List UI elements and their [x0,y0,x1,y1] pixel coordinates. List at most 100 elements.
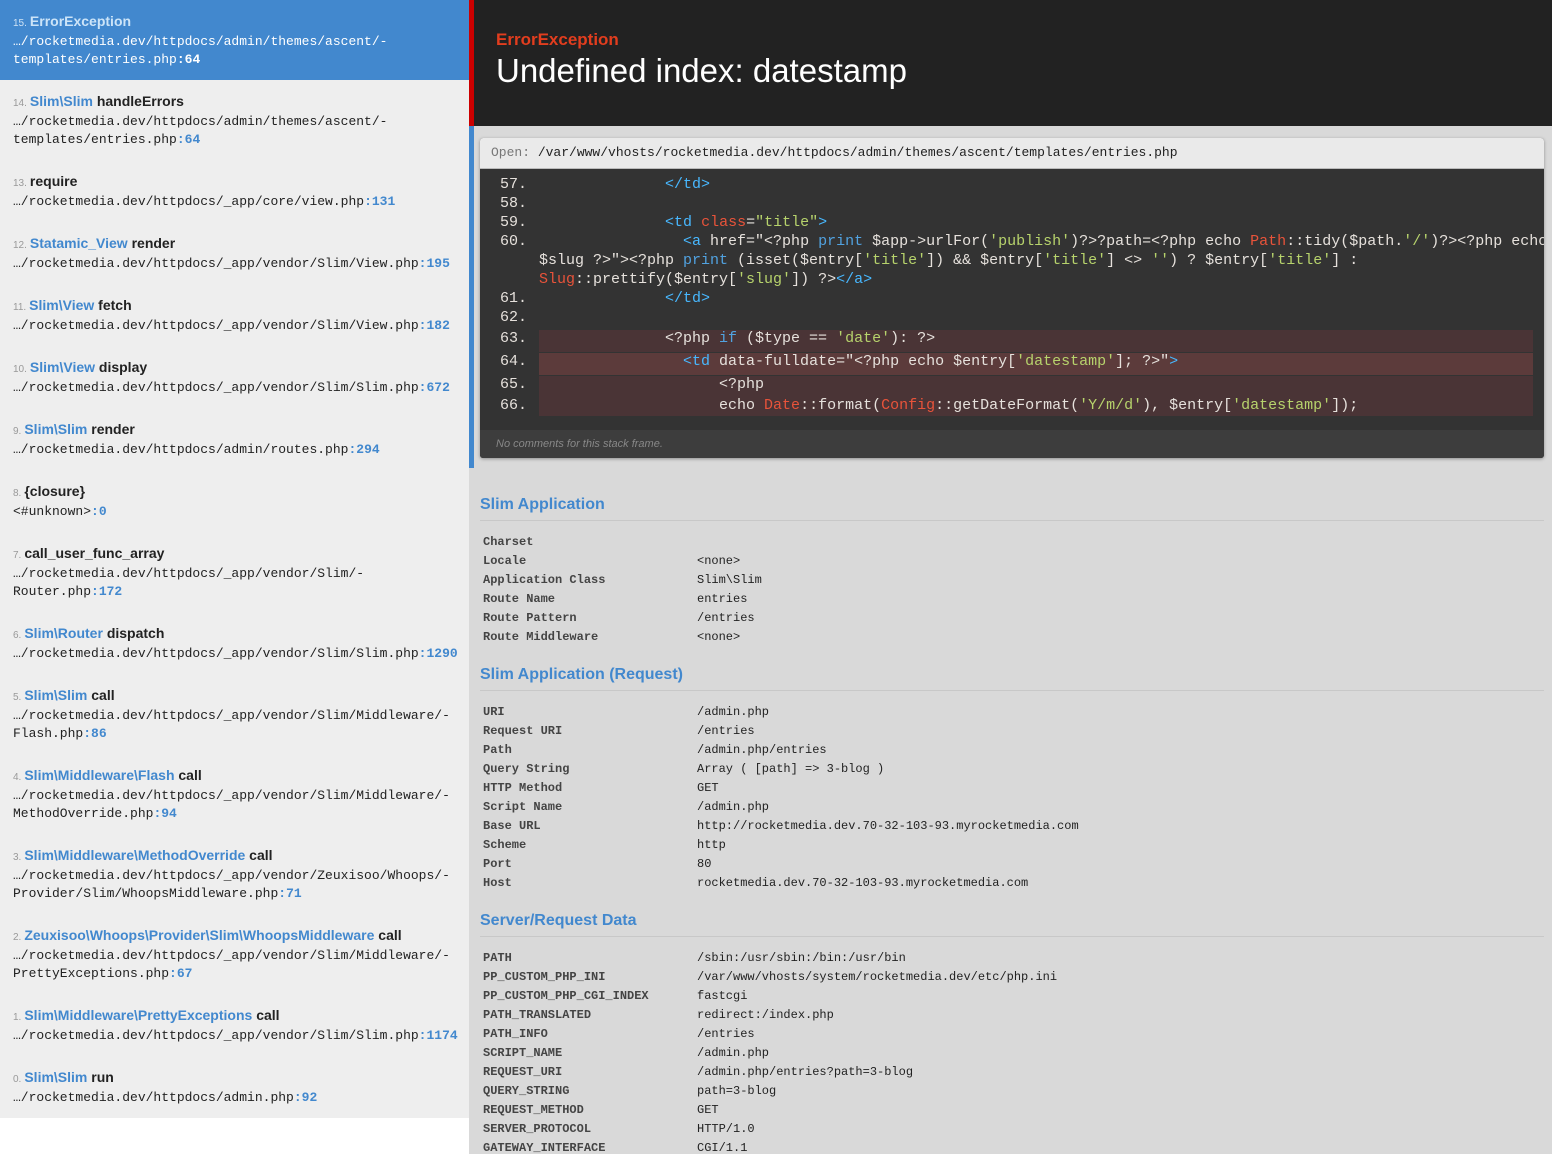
open-file-path[interactable]: /var/www/vhosts/rocketmedia.dev/httpdocs… [538,145,1178,160]
data-key: Route Name [483,592,556,606]
data-key: HTTP Method [483,781,563,795]
exception-type: ErrorException [496,30,619,49]
frame-index: 13. [13,178,27,189]
frame-indicator-bar [469,126,474,468]
data-value: <none> [697,554,741,568]
data-key: SERVER_PROTOCOL [483,1122,592,1136]
exception-header: ErrorException Undefined index: datestam… [469,0,1552,126]
frame-index: 5. [13,692,22,703]
frame-signature: 10. Slim\View display [13,359,456,378]
stack-frame[interactable]: 0. Slim\Slim run …/rocketmedia.dev/httpdoc… [0,1069,469,1107]
data-value: /entries [697,611,755,625]
stack-frame[interactable]: 6. Slim\Router dispatch …/rocketmedia.dev/… [0,625,469,663]
stack-frame[interactable]: 9. Slim\Slim render …/rocketmedia.dev/http… [0,421,469,459]
frame-signature: 2. Zeuxisoo\Whoops\Provider\Slim\WhoopsMi… [13,927,456,946]
data-key: PATH [483,951,512,965]
frame-line-number: 92 [301,1090,318,1105]
frame-location: …/rocketmedia.dev/httpdocs/_app/core/vie… [13,194,396,209]
line-number: 61. [500,290,528,307]
frame-line-number: 182 [426,318,450,333]
frame-line-number: 94 [161,806,177,821]
data-value: CGI/1.1 [697,1141,748,1155]
frame-class: Slim\Slim [24,421,88,437]
frame-file: …/rocketmedia.dev/httpdocs/admin.php [13,1090,294,1105]
frame-class: Slim\Slim [24,687,88,703]
data-value: /sbin:/usr/sbin:/bin:/usr/bin [697,951,906,965]
frame-index: 12. [13,240,27,251]
frame-signature: 13. require [13,173,456,192]
frame-location: …/rocketmedia.dev/httpdocs/_app/vendor/S… [13,708,450,741]
data-value: GET [697,781,719,795]
frame-location: …/rocketmedia.dev/httpdocs/_app/vendor/S… [13,256,450,271]
frame-index: 7. [13,550,22,561]
stack-frame[interactable]: 13. require …/rocketmedia.dev/httpdocs/_ap… [0,173,469,211]
data-value: /admin.php [697,1046,770,1060]
stack-frame[interactable]: 11. Slim\View fetch …/rocketmedia.dev/http… [0,297,469,335]
section-title: Slim Application [480,496,1544,521]
frame-location: …/rocketmedia.dev/httpdocs/admin.php:92 [13,1090,318,1105]
stack-frame[interactable]: 15. ErrorException …/rocketmedia.dev/httpd… [0,0,469,80]
stack-frame[interactable]: 10. Slim\View display …/rocketmedia.dev/ht… [0,359,469,397]
stack-frame[interactable]: 2. Zeuxisoo\Whoops\Provider\Slim\WhoopsMi… [0,927,469,983]
frame-line-number: 0 [98,504,107,519]
frame-line-number: 195 [426,256,450,271]
open-file-bar[interactable]: Open: /var/www/vhosts/rocketmedia.dev/ht… [480,138,1544,169]
frame-class: Statamic_View [29,235,128,251]
data-value: HTTP/1.0 [697,1122,755,1136]
data-key: URI [483,705,505,719]
frame-file: …/rocketmedia.dev/httpdocs/_app/vendor/S… [13,788,450,821]
code-line-context: 63. <?php if ($type == 'date'): ?> [500,330,1533,352]
frame-function: call [378,927,402,943]
data-value: /admin.php/entries [697,743,827,757]
frame-location: …/rocketmedia.dev/httpdocs/_app/vendor/S… [13,646,458,661]
frame-signature: 4. Slim\Middleware\Flash call [13,767,456,786]
frame-signature: 3. Slim\Middleware\MethodOverride call [13,847,456,866]
stack-frame[interactable]: 3. Slim\Middleware\MethodOverride call …/r… [0,847,469,903]
frame-signature: 5. Slim\Slim call [13,687,456,706]
frame-index: 6. [13,630,22,641]
frame-index: 4. [13,772,22,783]
frame-signature: 8. {closure} [13,483,456,502]
data-key: Application Class [483,573,606,587]
stack-frame[interactable]: 12. Statamic_View render …/rocketmedia.dev… [0,235,469,273]
frame-file: …/rocketmedia.dev/httpdocs/_app/vendor/Z… [13,868,450,901]
stack-frame[interactable]: 1. Slim\Middleware\PrettyExceptions call …… [0,1007,469,1045]
data-key: Port [483,857,512,871]
frame-index: 15. [13,18,27,29]
data-value: <none> [697,630,741,644]
frame-location: …/rocketmedia.dev/httpdocs/admin/themes/… [13,114,388,147]
frame-signature: 0. Slim\Slim run [13,1069,456,1088]
frame-index: 14. [13,98,27,109]
data-value: Array ( [path] => 3-blog ) [697,762,885,776]
frame-comments: No comments for this stack frame. [480,430,1544,458]
section-title: Slim Application (Request) [480,666,1544,691]
stack-frame[interactable]: 4. Slim\Middleware\Flash call …/rocketmedi… [0,767,469,823]
frame-file: …/rocketmedia.dev/httpdocs/_app/vendor/S… [13,708,450,741]
frame-line-number: 71 [286,886,302,901]
frame-line-number: 172 [98,584,123,599]
data-key: REQUEST_URI [483,1065,563,1079]
frame-index: 11. [13,302,27,313]
frame-function: call [178,767,202,783]
frame-signature: 14. Slim\Slim handleErrors [13,93,456,112]
frame-location: …/rocketmedia.dev/httpdocs/_app/vendor/S… [13,566,365,599]
stack-frame[interactable]: 8. {closure} <#unknown>:0 [0,483,469,521]
frame-class: Slim\View [29,359,96,375]
frame-index: 8. [13,488,22,499]
data-value: rocketmedia.dev.70-32-103-93.myrocketmed… [697,876,1029,890]
stack-frame[interactable]: 5. Slim\Slim call …/rocketmedia.dev/httpdo… [0,687,469,743]
frame-file: …/rocketmedia.dev/httpdocs/_app/vendor/S… [13,318,419,333]
frame-function: render [131,235,176,251]
data-value: fastcgi [697,989,748,1003]
frame-signature: 15. ErrorException [13,13,456,32]
frame-function: call_user_func_array [24,545,165,561]
stack-frame[interactable]: 7. call_user_func_array …/rocketmedia.dev/… [0,545,469,601]
frame-function: handleErrors [96,93,184,109]
frame-location: …/rocketmedia.dev/httpdocs/admin/routes.… [13,442,380,457]
data-value: 80 [697,857,712,871]
data-key: QUERY_STRING [483,1084,570,1098]
open-label: Open: [491,145,531,160]
frame-class: Slim\Middleware\Flash [24,767,175,783]
stack-frame[interactable]: 14. Slim\Slim handleErrors …/rocketmedia.d… [0,93,469,149]
frame-line-number: 672 [426,380,450,395]
